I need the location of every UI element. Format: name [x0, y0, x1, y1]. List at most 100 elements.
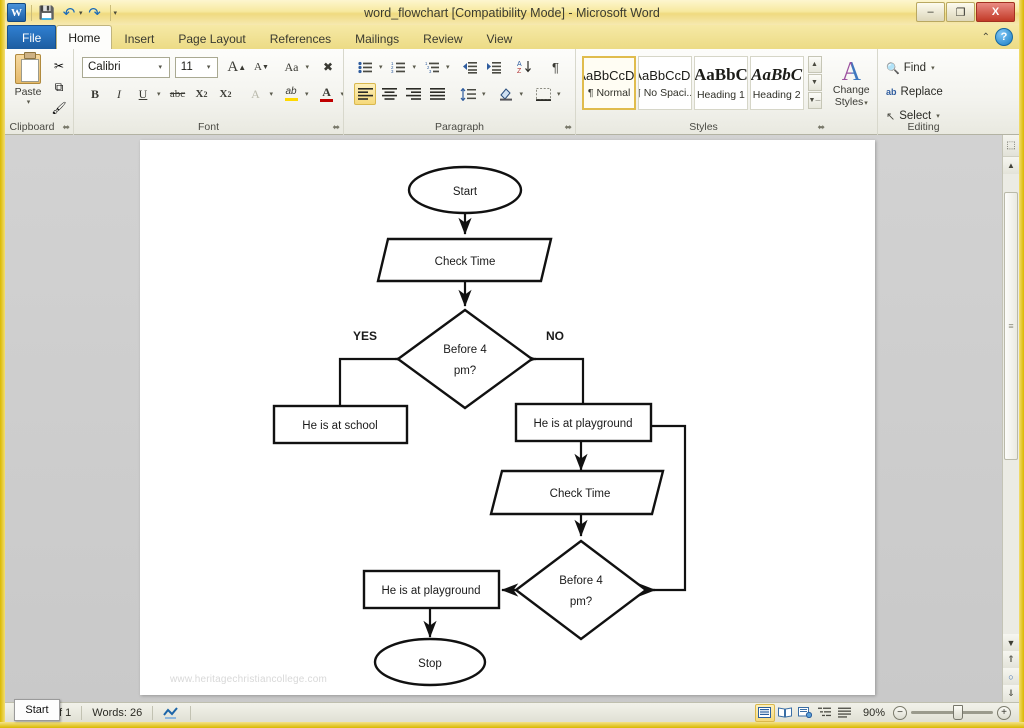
align-left-icon[interactable]	[354, 83, 376, 105]
close-button[interactable]: X	[976, 2, 1015, 22]
increase-indent-icon[interactable]	[483, 56, 505, 78]
paragraph-dialog-launcher[interactable]: ⬌	[564, 122, 572, 133]
print-layout-view-icon[interactable]	[754, 703, 775, 722]
shading-icon[interactable]	[495, 83, 517, 105]
change-case-dropdown-icon[interactable]: ▾	[305, 63, 309, 71]
tab-file[interactable]: File	[7, 25, 57, 49]
numbering-icon[interactable]: 123	[388, 56, 410, 78]
font-name-input[interactable]: Calibri ▾	[82, 56, 170, 78]
find-button[interactable]: 🔍 Find ▾	[886, 56, 965, 80]
bullets-dropdown-icon[interactable]: ▾	[379, 63, 383, 71]
document-page[interactable]: Start Check Time Before 4 pm? He is at s…	[140, 140, 875, 695]
show-formatting-marks-icon[interactable]: ¶	[545, 56, 567, 78]
italic-icon[interactable]: I	[108, 83, 130, 105]
word-count[interactable]: Words: 26	[82, 703, 152, 723]
zoom-out-button[interactable]: −	[893, 705, 907, 720]
select-browse-object-icon[interactable]: ○	[1003, 668, 1019, 685]
customize-qat-icon[interactable]: ▾	[114, 9, 118, 17]
style-heading-2[interactable]: AaBbC Heading 2	[749, 56, 804, 110]
clear-formatting-icon[interactable]: ✖	[317, 56, 339, 78]
word-logo-icon[interactable]: W	[7, 3, 26, 22]
find-dropdown-icon[interactable]: ▾	[931, 64, 935, 72]
superscript-icon[interactable]: X2	[215, 83, 237, 105]
change-case-icon[interactable]: Aa	[280, 56, 302, 78]
sort-icon[interactable]: AZ	[514, 56, 536, 78]
font-color-icon[interactable]: A	[316, 83, 338, 105]
undo-dropdown-icon[interactable]: ▾	[79, 9, 83, 17]
shading-dropdown-icon[interactable]: ▾	[520, 90, 524, 98]
style-no-spacing[interactable]: AaBbCcDc ¶ No Spaci...	[638, 56, 692, 110]
borders-icon[interactable]	[532, 83, 554, 105]
tab-view[interactable]: View	[475, 27, 525, 49]
paste-button[interactable]: Paste ▾	[9, 52, 47, 106]
text-effects-icon[interactable]: A	[245, 83, 267, 105]
scroll-up-arrow-icon[interactable]: ▲	[1003, 157, 1019, 174]
change-styles-button[interactable]: A Change Styles▾	[830, 56, 874, 109]
tab-references[interactable]: References	[258, 27, 343, 49]
replace-button[interactable]: ab Replace	[886, 80, 965, 104]
style-heading-1[interactable]: AaBbC Heading 1	[694, 56, 748, 110]
styles-more-icon[interactable]: ▼ ―	[807, 92, 822, 109]
borders-dropdown-icon[interactable]: ▾	[557, 90, 561, 98]
save-icon[interactable]: 💾	[37, 3, 57, 23]
font-dialog-launcher[interactable]: ⬌	[332, 122, 340, 133]
shrink-font-icon[interactable]: A ▼	[250, 56, 272, 78]
zoom-in-button[interactable]: +	[997, 705, 1011, 720]
select-dropdown-icon[interactable]: ▾	[936, 112, 940, 120]
line-spacing-dropdown-icon[interactable]: ▾	[482, 90, 486, 98]
underline-icon[interactable]: U	[132, 83, 154, 105]
help-icon[interactable]: ?	[995, 28, 1013, 46]
tab-home[interactable]: Home	[56, 25, 113, 49]
numbering-dropdown-icon[interactable]: ▾	[413, 63, 417, 71]
redo-icon[interactable]: ↷	[85, 3, 105, 23]
minimize-button[interactable]: –	[916, 2, 945, 22]
highlight-dropdown-icon[interactable]: ▾	[305, 90, 309, 98]
start-button-tooltip[interactable]: Start	[14, 699, 60, 721]
multilevel-list-icon[interactable]: 123	[421, 56, 443, 78]
tab-mailings[interactable]: Mailings	[343, 27, 411, 49]
font-size-dropdown-icon[interactable]: ▾	[202, 63, 215, 71]
grow-font-icon[interactable]: A ▲	[225, 56, 248, 78]
line-spacing-icon[interactable]	[457, 83, 479, 105]
highlight-color-icon[interactable]: ab	[280, 83, 302, 105]
undo-icon[interactable]: ↶	[59, 3, 79, 23]
align-center-icon[interactable]	[378, 83, 400, 105]
styles-scroll-up-icon[interactable]: ▲	[807, 56, 822, 73]
maximize-button[interactable]: ❐	[946, 2, 975, 22]
clipboard-dialog-launcher[interactable]: ⬌	[62, 122, 70, 133]
tab-insert[interactable]: Insert	[112, 27, 166, 49]
scroll-down-arrow-icon[interactable]: ▼	[1003, 634, 1019, 651]
text-effects-dropdown-icon[interactable]: ▾	[270, 90, 274, 98]
full-screen-reading-view-icon[interactable]	[775, 704, 795, 722]
bullets-icon[interactable]	[354, 56, 376, 78]
tab-review[interactable]: Review	[411, 27, 474, 49]
font-name-dropdown-icon[interactable]: ▾	[154, 63, 167, 71]
web-layout-view-icon[interactable]	[795, 704, 815, 722]
copy-icon[interactable]: ⧉	[49, 77, 69, 97]
next-page-icon[interactable]: ⇓	[1003, 685, 1019, 702]
zoom-level[interactable]: 90%	[855, 707, 893, 719]
font-size-input[interactable]: 11 ▾	[174, 56, 219, 78]
justify-icon[interactable]	[426, 83, 448, 105]
align-right-icon[interactable]	[402, 83, 424, 105]
bold-icon[interactable]: B	[84, 83, 106, 105]
zoom-slider[interactable]: − +	[893, 705, 1011, 720]
tab-page-layout[interactable]: Page Layout	[166, 27, 257, 49]
zoom-slider-track[interactable]	[911, 705, 993, 720]
zoom-slider-thumb[interactable]	[953, 705, 963, 720]
draft-view-icon[interactable]	[835, 704, 855, 722]
proofing-errors-icon[interactable]	[153, 703, 190, 723]
change-styles-dropdown-icon[interactable]: ▾	[864, 100, 868, 107]
paste-dropdown-icon[interactable]: ▾	[27, 98, 31, 106]
underline-dropdown-icon[interactable]: ▾	[157, 90, 161, 98]
previous-page-icon[interactable]: ⇑	[1003, 651, 1019, 668]
format-painter-icon[interactable]: 🖌	[49, 98, 69, 118]
subscript-icon[interactable]: X2	[191, 83, 213, 105]
scrollbar-thumb[interactable]: ≡	[1004, 192, 1018, 460]
minimize-ribbon-icon[interactable]: ⌃	[982, 32, 990, 43]
styles-dialog-launcher[interactable]: ⬌	[817, 122, 825, 133]
cut-icon[interactable]: ✂	[49, 56, 69, 76]
select-browse-object-top-icon[interactable]: ⬚	[1003, 135, 1019, 157]
styles-scroll-down-icon[interactable]: ▼	[807, 74, 822, 91]
decrease-indent-icon[interactable]	[459, 56, 481, 78]
